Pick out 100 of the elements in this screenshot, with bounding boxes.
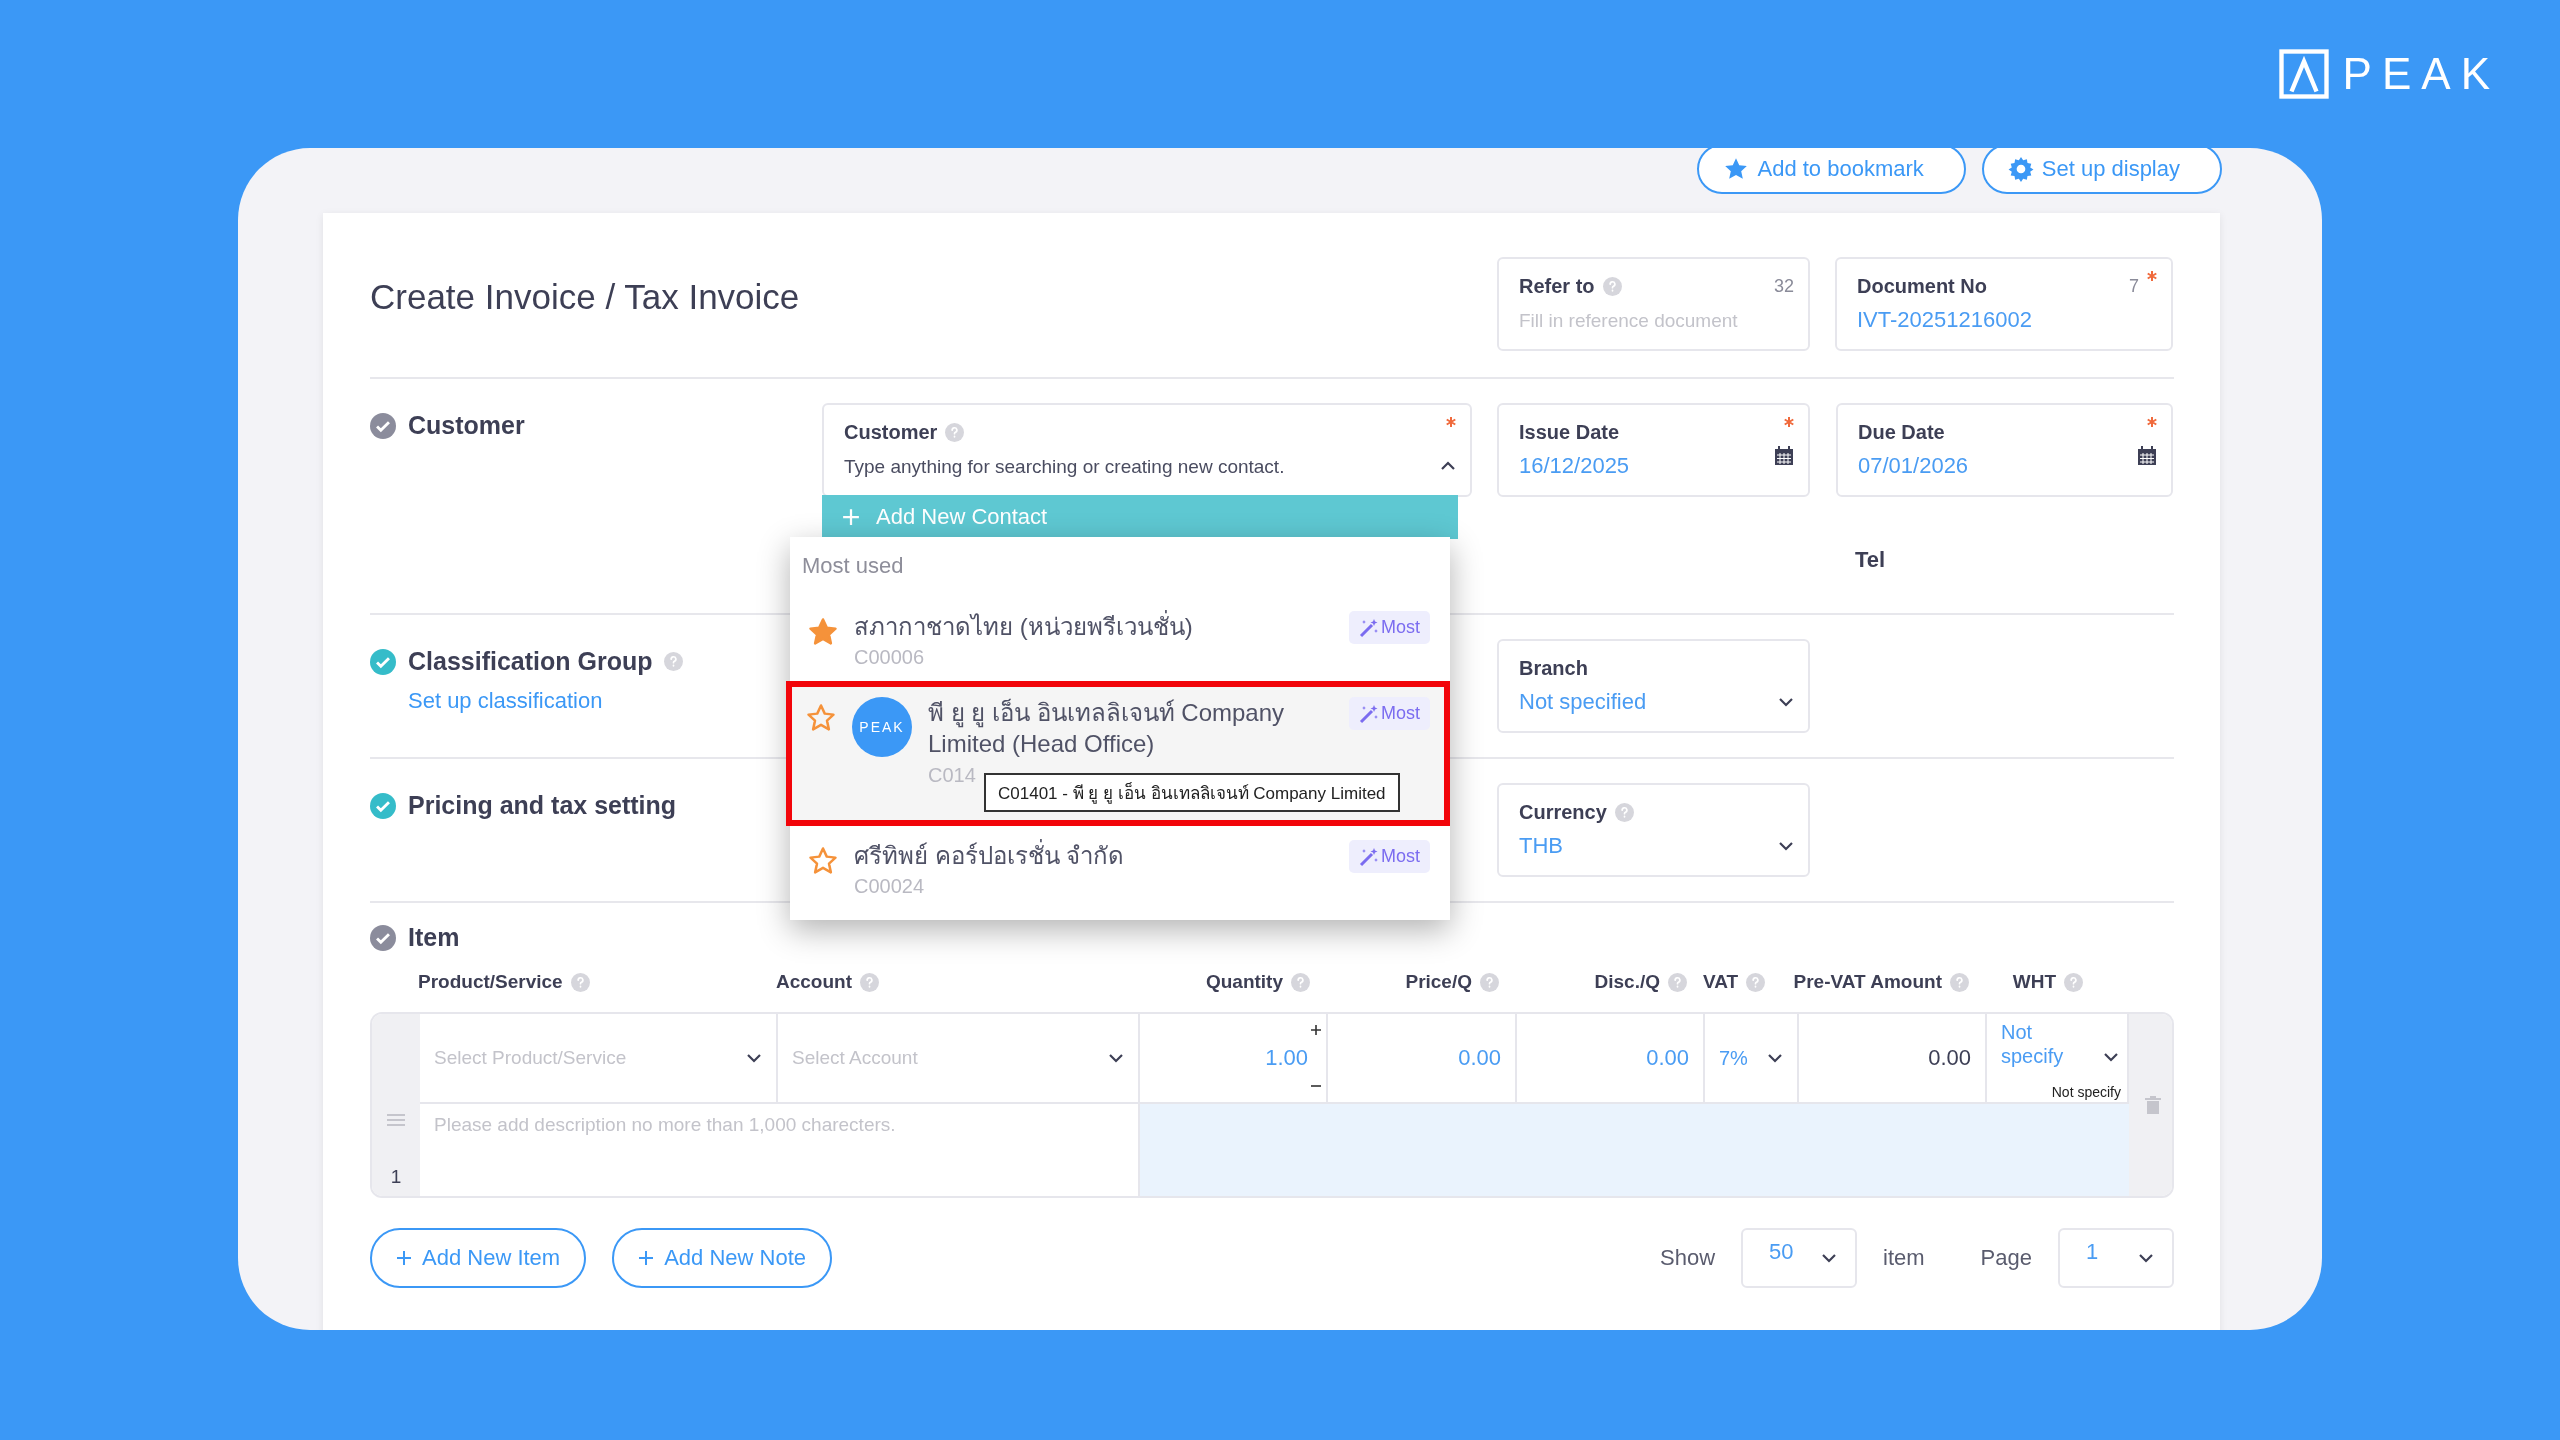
row-number: 1 [390,1166,402,1188]
chevron-down-icon [2138,1253,2154,1263]
column-header: Quantity [1205,971,1283,993]
section-title: Classification Group [408,647,653,676]
group-heading: Most used [801,553,905,580]
column-header: WHT [2012,971,2057,993]
vat-value: 7% [1719,1046,1749,1070]
column-header: Product/Service [418,971,563,993]
field-label: Issue Date [1519,420,1620,444]
help-icon [1291,972,1310,992]
quantity-input[interactable]: 1.00 [1154,1045,1308,1071]
product-select[interactable]: Select Product/Service [434,1047,738,1069]
page-title: Create Invoice / Tax Invoice [370,277,801,317]
currency-select[interactable]: Currency THB [1497,783,1810,877]
chevron-down-icon [1821,1253,1838,1263]
chevron-down-icon [1767,1053,1783,1063]
filled-star-icon[interactable] [808,617,838,647]
wht-value: Not specify [2001,1020,2065,1068]
help-icon [860,972,879,992]
contact-name: สภากาชาดไทย (หน่วยพรีเวนชั่น) [854,611,1333,643]
field-label: Due Date [1858,420,1945,444]
settings-icon [2007,156,2034,182]
issue-date-input[interactable]: 16/12/2025 [1519,453,1764,479]
customer-search-input[interactable]: Type anything for searching or creating new contact. [844,453,1430,479]
chevron-up-icon [1440,461,1456,471]
contact-option[interactable]: สภากาชาดไทย (หน่วยพรีเวนชั่น) C00006 Most [790,597,1450,682]
refer-to-input[interactable]: Fill in reference document [1519,307,1794,333]
logo-icon [2278,49,2329,99]
badge-text: Most [1381,846,1420,868]
field-label: Customer [844,420,938,444]
price-input[interactable]: 0.00 [1342,1045,1501,1071]
show-label: Show [1660,1245,1716,1271]
logo-text: PEAK [2342,49,2500,99]
add-new-contact-button[interactable]: Add New Contact [822,495,1458,539]
section-title: Item [408,923,460,952]
help-icon [1950,972,1969,992]
chevron-down-icon [1778,841,1794,851]
wht-hint: Not specify [2051,1084,2121,1100]
field-label: Document No [1857,274,1987,298]
document-number-input[interactable]: IVT-20251216002 [1857,307,2157,333]
calendar-icon[interactable] [2137,446,2157,466]
bookmark-button[interactable]: Add to bookmark [1697,148,1966,194]
section-title: Customer [408,411,525,440]
page-select[interactable]: 1 [2058,1228,2174,1288]
page-size-value: 50 [1769,1239,1795,1265]
item-label: item [1883,1245,1925,1271]
contact-code: C014 [928,763,977,787]
chevron-down-icon [1778,697,1794,707]
page-label: Page [1980,1245,2032,1271]
contact-code: C00006 [854,646,926,670]
field-label: Refer to [1519,274,1595,298]
setup-classification-link[interactable]: Set up classification [408,688,603,714]
pre-vat-amount-input[interactable]: 0.00 [1813,1045,1971,1071]
column-header: VAT [1703,971,1739,993]
contact-option[interactable]: ศรีทิพย์ คอร์ปอเรชั่น จำกัด C00024 Most [790,826,1450,911]
star-outline-icon[interactable] [808,846,838,877]
help-icon [2064,972,2084,992]
column-header: Price/Q [1405,971,1472,993]
badge-text: Most [1381,703,1420,725]
column-header: Pre-VAT Amount [1793,971,1942,993]
discount-input[interactable]: 0.00 [1531,1045,1689,1071]
page-size-select[interactable]: 50 [1741,1228,1858,1288]
chevron-down-icon [746,1053,762,1063]
char-counter: 7 [2129,275,2139,297]
contact-option[interactable]: PEAK พี ยู ยู เอ็น อินเทลลิเจนท์ Company Limited (Head Office) C014 Most C01401 - พี ยู ยู เอ็น อินเทลลิเจนท์ Company Limited [786,681,1450,827]
account-select[interactable]: Select Account [792,1047,1100,1069]
section-title: Pricing and tax setting [408,791,677,820]
plus-icon [396,1250,412,1266]
contact-name: ศรีทิพย์ คอร์ปอเรชั่น จำกัด [854,840,1333,872]
drag-handle-icon [387,1114,405,1126]
chevron-down-icon [2103,1052,2119,1062]
star-outline-icon[interactable] [806,703,836,734]
chevron-down-icon [1108,1053,1124,1063]
row-handle[interactable]: 1 [372,1014,420,1196]
magic-wand-icon [1359,846,1379,867]
help-icon [1746,972,1766,992]
display-settings-button[interactable]: Set up display [1981,148,2222,194]
tooltip: C01401 - พี ยู ยู เอ็น อินเทลลิเจนท์ Company Limited [984,773,1400,813]
page-value: 1 [2086,1239,2100,1265]
tel-label: Tel [1854,547,1887,573]
contact-code: C00024 [854,875,926,899]
help-icon [1668,972,1687,992]
column-header: Disc./Q [1594,971,1660,993]
badge-text: Most [1381,617,1420,638]
currency-value: THB [1519,833,1564,859]
add-note-button[interactable]: Add New Note [612,1228,833,1288]
field-label: Currency [1519,800,1607,824]
calendar-icon[interactable] [1774,446,1794,466]
field-label: Branch [1519,656,1588,680]
plus-icon[interactable] [1310,1024,1322,1036]
contact-name: พี ยู ยู เอ็น อินเทลลิเจนท์ Company Limited (Head Office) [928,697,1286,760]
due-date-input[interactable]: 07/01/2026 [1858,453,2127,479]
add-item-button[interactable]: Add New Item [370,1228,587,1288]
branch-value: Not specified [1519,689,1648,715]
column-header: Account [776,971,852,993]
plus-icon [842,508,860,526]
char-counter: 32 [1773,275,1794,297]
magic-wand-icon [1359,703,1379,724]
magic-wand-icon [1359,617,1379,638]
branch-select[interactable]: Branch Not specified [1497,639,1810,733]
